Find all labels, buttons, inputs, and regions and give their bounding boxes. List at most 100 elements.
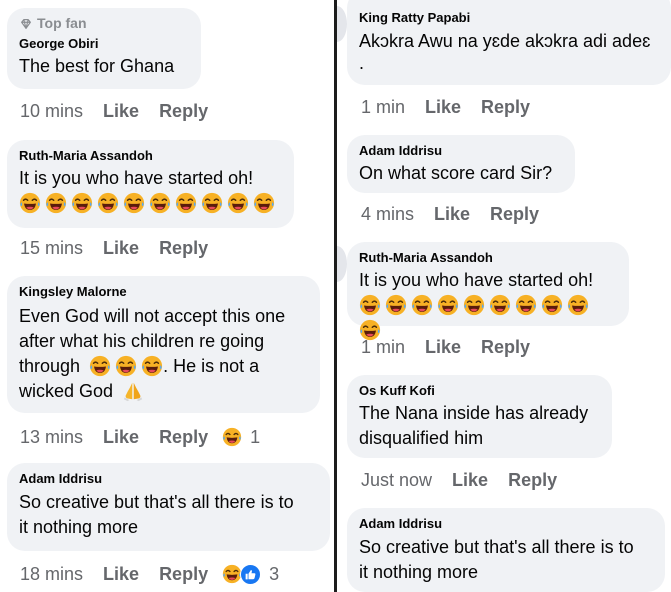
laughing-emoji (89, 355, 111, 377)
comment-time[interactable]: Just now (361, 469, 432, 491)
thumbs-up-icon (240, 563, 262, 585)
comment-text-line: . (359, 53, 365, 73)
avatar[interactable] (337, 246, 347, 282)
comment-text-line: So creative but that's all there is to (359, 537, 634, 557)
like-button[interactable]: Like (434, 203, 470, 225)
comment-time[interactable]: 1 min (361, 336, 405, 358)
like-button[interactable]: Like (452, 469, 488, 491)
left-comments-column: Top fan George Obiri The best for Ghana … (0, 0, 334, 592)
laughing-emoji (385, 294, 407, 316)
avatar[interactable] (337, 6, 347, 42)
comment-actions: 18 mins Like Reply 3 (20, 563, 279, 585)
comment-time[interactable]: 15 mins (20, 237, 83, 259)
emoji-row (19, 192, 282, 217)
comment-bubble: Adam Iddrisu So creative but that's all … (7, 463, 330, 551)
comment-actions: 1 min Like Reply (361, 336, 550, 358)
comment-time[interactable]: 4 mins (361, 203, 414, 225)
comment-bubble: Os Kuff Kofi The Nana inside has already… (347, 375, 612, 458)
comment-text-line: it nothing more (19, 517, 139, 537)
reaction-count: 3 (269, 564, 280, 584)
reply-button[interactable]: Reply (159, 426, 208, 448)
laughing-emoji (359, 294, 381, 316)
praying-hands-emoji (122, 380, 144, 402)
laughing-emoji (227, 192, 249, 214)
laughing-emoji (97, 192, 119, 214)
laughing-emoji (411, 294, 433, 316)
comment-text-line: Even God will not accept this one (19, 306, 286, 326)
comment-author[interactable]: Kingsley Malorne (19, 283, 308, 300)
laughing-emoji (45, 192, 67, 214)
comment-text: It is you who have started oh! (19, 168, 254, 188)
comment-bubble: King Ratty Papabi Akɔkra Awu na yɛde akɔ… (347, 0, 671, 85)
right-comments-column: King Ratty Papabi Akɔkra Awu na yɛde akɔ… (337, 0, 671, 592)
reply-button[interactable]: Reply (481, 96, 530, 118)
comment-text: It is you who have started oh! (359, 270, 594, 290)
laughing-emoji (19, 192, 41, 214)
laughing-emoji (567, 294, 589, 316)
comment-bubble: Ruth-Maria Assandoh It is you who have s… (347, 242, 629, 326)
comment-bubble: Ruth-Maria Assandoh It is you who have s… (7, 140, 294, 228)
comment-author[interactable]: Ruth-Maria Assandoh (19, 147, 282, 164)
comment-time[interactable]: 13 mins (20, 426, 83, 448)
comment-time[interactable]: 1 min (361, 96, 405, 118)
laughing-emoji (541, 294, 563, 316)
comment-author[interactable]: Ruth-Maria Assandoh (359, 249, 617, 266)
laughing-emoji (437, 294, 459, 316)
laughing-emoji (489, 294, 511, 316)
like-button[interactable]: Like (425, 336, 461, 358)
laughing-emoji (222, 564, 242, 584)
comment-text-fragment: wicked God (19, 381, 114, 401)
reply-button[interactable]: Reply (159, 100, 208, 122)
laughing-emoji (71, 192, 93, 214)
laughing-emoji (222, 427, 242, 447)
laughing-emoji (253, 192, 275, 214)
comment-text: On what score card Sir? (359, 163, 553, 183)
like-button[interactable]: Like (103, 100, 139, 122)
comment-actions: Just now Like Reply (361, 469, 577, 491)
like-button[interactable]: Like (103, 563, 139, 585)
comment-text-fragment: through (19, 356, 81, 376)
reaction-summary[interactable]: 1 (222, 426, 260, 448)
comment-author[interactable]: Adam Iddrisu (359, 142, 563, 159)
laughing-emoji (463, 294, 485, 316)
laughing-emoji (201, 192, 223, 214)
reply-button[interactable]: Reply (481, 336, 530, 358)
comment-time[interactable]: 18 mins (20, 563, 83, 585)
reply-button[interactable]: Reply (159, 563, 208, 585)
comment-text: The best for Ghana (19, 56, 175, 76)
comment-text-line: disqualified him (359, 428, 484, 448)
comment-actions: 15 mins Like Reply (20, 237, 228, 259)
like-button[interactable]: Like (103, 237, 139, 259)
comment-text-line: after what his children re going (19, 331, 265, 351)
reaction-summary[interactable]: 3 (222, 563, 279, 585)
like-button[interactable]: Like (425, 96, 461, 118)
comment-bubble: Kingsley Malorne Even God will not accep… (7, 276, 320, 413)
comment-author[interactable]: Adam Iddrisu (19, 470, 318, 487)
laughing-emoji (175, 192, 197, 214)
reply-button[interactable]: Reply (490, 203, 539, 225)
comment-time[interactable]: 10 mins (20, 100, 83, 122)
like-button[interactable]: Like (103, 426, 139, 448)
laughing-emoji (115, 355, 137, 377)
comment-text-line: wicked God (19, 379, 308, 404)
top-fan-label: Top fan (37, 15, 87, 31)
comment-text-line: through . He is not a (19, 354, 308, 379)
comment-text-fragment: . He is not a (163, 356, 260, 376)
reply-button[interactable]: Reply (508, 469, 557, 491)
top-fan-badge: Top fan (19, 15, 189, 32)
comment-actions: 10 mins Like Reply (20, 100, 228, 122)
comment-author[interactable]: Adam Iddrisu (359, 515, 653, 532)
reply-button[interactable]: Reply (159, 237, 208, 259)
reaction-count: 1 (250, 427, 261, 447)
comment-text-line: The Nana inside has already (359, 403, 589, 423)
comment-actions: 4 mins Like Reply (361, 203, 559, 225)
laughing-emoji (123, 192, 145, 214)
comment-author[interactable]: King Ratty Papabi (359, 9, 659, 26)
comment-author[interactable]: Os Kuff Kofi (359, 382, 600, 399)
comment-text-line: Akɔkra Awu na yɛde akɔkra adi adeɛ (359, 31, 651, 51)
comment-bubble: Adam Iddrisu On what score card Sir? (347, 135, 575, 193)
comment-text-line: So creative but that's all there is to (19, 492, 294, 512)
comment-bubble: Adam Iddrisu So creative but that's all … (347, 508, 665, 592)
comment-author[interactable]: George Obiri (19, 35, 189, 52)
comment-bubble: Top fan George Obiri The best for Ghana (7, 8, 201, 89)
